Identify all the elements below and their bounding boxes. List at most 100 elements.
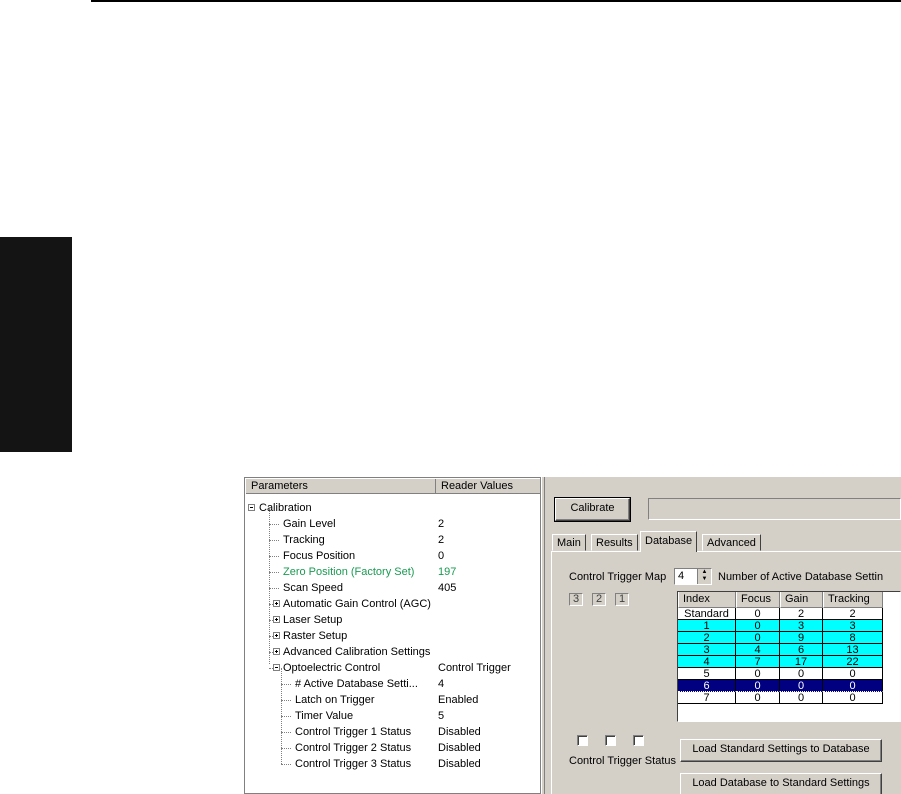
tree-row-label: Calibration bbox=[259, 502, 312, 514]
tree-row[interactable]: Control Trigger 1 Status Disabled bbox=[245, 724, 540, 740]
table-cell[interactable]: 7 bbox=[736, 656, 780, 668]
expand-plus-icon[interactable] bbox=[273, 648, 280, 655]
control-trigger-3-checkbox[interactable] bbox=[577, 735, 588, 746]
tree-connector bbox=[281, 764, 291, 765]
tree-row-value[interactable]: Disabled bbox=[438, 740, 481, 756]
tab-main[interactable]: Main bbox=[552, 534, 586, 551]
table-cell[interactable]: 0 bbox=[780, 680, 823, 692]
tree-row-value[interactable]: 4 bbox=[438, 676, 444, 692]
tree-row[interactable]: Focus Position 0 bbox=[245, 548, 540, 564]
table-cell[interactable]: 0 bbox=[736, 668, 780, 680]
control-trigger-2-checkbox[interactable] bbox=[605, 735, 616, 746]
tab-database[interactable]: Database bbox=[640, 531, 698, 552]
tree-row[interactable]: Control Trigger 3 Status Disabled bbox=[245, 756, 540, 772]
page-top-rule bbox=[91, 0, 901, 2]
load-standard-to-database-button[interactable]: Load Standard Settings to Database bbox=[680, 739, 882, 762]
tree-row[interactable]: Gain Level 2 bbox=[245, 516, 540, 532]
table-cell[interactable]: 4 bbox=[678, 656, 736, 668]
table-cell[interactable]: 6 bbox=[678, 680, 736, 692]
table-cell[interactable]: 1 bbox=[678, 620, 736, 632]
table-cell[interactable]: 17 bbox=[780, 656, 823, 668]
column-header-parameters[interactable]: Parameters bbox=[246, 479, 436, 494]
table-cell[interactable]: 0 bbox=[736, 608, 780, 620]
table-row[interactable]: 4 7 17 22 bbox=[678, 656, 900, 668]
load-database-to-standard-button[interactable]: Load Database to Standard Settings bbox=[680, 773, 882, 794]
expand-plus-icon[interactable] bbox=[273, 600, 280, 607]
tree-row[interactable]: Tracking 2 bbox=[245, 532, 540, 548]
spinner-value[interactable]: 4 bbox=[678, 570, 684, 582]
table-cell[interactable]: 0 bbox=[823, 668, 883, 680]
database-table[interactable]: Index Focus Gain Tracking Standard 0 2 2 1 0 3 3 2 0 9… bbox=[677, 591, 901, 722]
tree-row[interactable]: Zero Position (Factory Set) 197 bbox=[245, 564, 540, 580]
table-cell[interactable]: 7 bbox=[678, 692, 736, 704]
tree-row[interactable]: Raster Setup bbox=[245, 628, 540, 644]
table-row[interactable]: 6000 bbox=[678, 680, 900, 692]
tree-row-value[interactable]: Disabled bbox=[438, 724, 481, 740]
table-column-header[interactable]: Focus bbox=[736, 592, 780, 608]
tree-row[interactable]: Calibration bbox=[245, 500, 540, 516]
tree-row[interactable]: Scan Speed 405 bbox=[245, 580, 540, 596]
table-cell[interactable]: 8 bbox=[823, 632, 883, 644]
table-cell[interactable]: 0 bbox=[780, 668, 823, 680]
calibrate-button[interactable]: Calibrate bbox=[554, 497, 631, 522]
expand-plus-icon[interactable] bbox=[273, 632, 280, 639]
table-column-header[interactable]: Index bbox=[678, 592, 736, 608]
table-cell[interactable]: 3 bbox=[823, 620, 883, 632]
collapse-minus-icon[interactable] bbox=[273, 664, 280, 671]
table-cell[interactable]: 0 bbox=[736, 620, 780, 632]
table-cell[interactable]: 3 bbox=[780, 620, 823, 632]
tree-row-value[interactable]: 2 bbox=[438, 516, 444, 532]
tree-row-value[interactable]: 0 bbox=[438, 548, 444, 564]
tree-connector bbox=[281, 748, 291, 749]
table-column-header[interactable]: Gain bbox=[780, 592, 823, 608]
table-cell[interactable]: 0 bbox=[736, 680, 780, 692]
table-cell[interactable]: 2 bbox=[823, 608, 883, 620]
table-cell[interactable]: 3 bbox=[678, 644, 736, 656]
tree-row[interactable]: Automatic Gain Control (AGC) bbox=[245, 596, 540, 612]
table-cell[interactable]: 2 bbox=[780, 608, 823, 620]
table-cell[interactable]: 0 bbox=[736, 692, 780, 704]
tree-row[interactable]: Timer Value 5 bbox=[245, 708, 540, 724]
table-cell[interactable]: Standard bbox=[678, 608, 736, 620]
tree-row-label: Laser Setup bbox=[283, 614, 343, 626]
table-cell[interactable]: 0 bbox=[823, 680, 883, 692]
tree-row-value[interactable]: Disabled bbox=[438, 756, 481, 772]
tree-row[interactable]: Control Trigger 2 Status Disabled bbox=[245, 740, 540, 756]
control-trigger-1-checkbox[interactable] bbox=[633, 735, 644, 746]
tree-row-value[interactable]: 197 bbox=[438, 564, 456, 580]
expand-plus-icon[interactable] bbox=[273, 616, 280, 623]
table-cell[interactable]: 0 bbox=[780, 692, 823, 704]
table-cell[interactable]: 0 bbox=[823, 692, 883, 704]
table-row[interactable]: 1033 bbox=[678, 620, 900, 632]
spinner-arrows-icon[interactable]: ▲ ▼ bbox=[697, 569, 711, 584]
tree-row-value[interactable]: 405 bbox=[438, 580, 456, 596]
collapse-minus-icon[interactable] bbox=[248, 504, 255, 511]
table-cell[interactable]: 0 bbox=[736, 632, 780, 644]
tree-row[interactable]: Latch on Trigger Enabled bbox=[245, 692, 540, 708]
tab-advanced[interactable]: Advanced bbox=[702, 534, 761, 551]
table-row[interactable]: 3 4 6 13 bbox=[678, 644, 900, 656]
table-row[interactable]: Standard 0 2 2 bbox=[678, 608, 900, 620]
tree-row[interactable]: Advanced Calibration Settings bbox=[245, 644, 540, 660]
table-column-header[interactable]: Tracking bbox=[823, 592, 883, 608]
table-cell[interactable]: 6 bbox=[780, 644, 823, 656]
table-row[interactable]: 5000 bbox=[678, 668, 900, 680]
tree-row-value[interactable]: Control Trigger bbox=[438, 660, 511, 676]
table-cell[interactable]: 4 bbox=[736, 644, 780, 656]
table-row[interactable]: 2098 bbox=[678, 632, 900, 644]
tree-row[interactable]: # Active Database Setti... 4 bbox=[245, 676, 540, 692]
tree-row-value[interactable]: Enabled bbox=[438, 692, 478, 708]
table-cell[interactable]: 9 bbox=[780, 632, 823, 644]
column-header-reader-values[interactable]: Reader Values bbox=[436, 479, 540, 494]
tree-row[interactable]: Laser Setup bbox=[245, 612, 540, 628]
table-cell[interactable]: 2 bbox=[678, 632, 736, 644]
tree-row-value[interactable]: 2 bbox=[438, 532, 444, 548]
table-cell[interactable]: 13 bbox=[823, 644, 883, 656]
active-settings-spinner[interactable]: 4 ▲ ▼ bbox=[674, 568, 712, 585]
tab-results[interactable]: Results bbox=[591, 534, 638, 551]
table-cell[interactable]: 22 bbox=[823, 656, 883, 668]
tree-row[interactable]: Optoelectric Control Control Trigger bbox=[245, 660, 540, 676]
tree-row-value[interactable]: 5 bbox=[438, 708, 444, 724]
table-cell[interactable]: 5 bbox=[678, 668, 736, 680]
table-row[interactable]: 7000 bbox=[678, 692, 900, 704]
